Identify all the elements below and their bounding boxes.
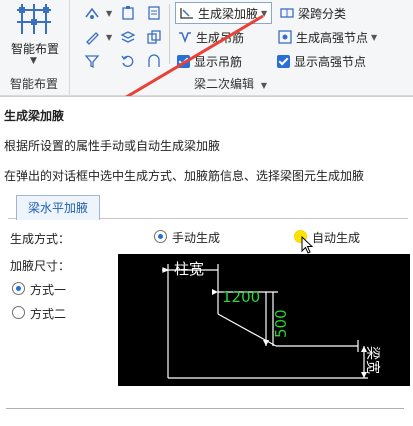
manual-generate-radio[interactable]	[154, 230, 167, 243]
mouse-cursor-icon	[301, 236, 314, 254]
divider	[6, 408, 404, 409]
tooltip-instruction: 在弹出的对话框中选中生成方式、加腋筋信息、选择梁图元生成加腋	[4, 169, 365, 183]
haunch-length-dim-text: 1200	[222, 288, 260, 306]
haunch-preview-diagram: 柱宽 1200 500 梁宽	[118, 254, 410, 386]
tab-beam-horizontal-haunch[interactable]: 梁水平加腋	[16, 195, 100, 220]
beam-width-text: 梁宽	[364, 346, 381, 374]
tooltip-panel: 生成梁加腋 根据所设置的属性手动或自动生成梁加腋 在弹出的对话框中选中生成方式、…	[0, 96, 413, 426]
manual-generate-label[interactable]: 手动生成	[172, 229, 220, 246]
option-two-radio[interactable]	[12, 306, 25, 319]
option-one-label[interactable]: 方式一	[30, 281, 66, 298]
haunch-size-label: 加腋尺寸：	[10, 259, 71, 273]
generation-mode-label: 生成方式：	[10, 232, 71, 246]
option-two-label[interactable]: 方式二	[30, 305, 66, 322]
column-width-text: 柱宽	[174, 260, 204, 278]
option-one-radio[interactable]	[12, 282, 25, 295]
haunch-dialog-preview: 梁水平加腋 生成方式： 手动生成 自动生成 加腋尺寸： 方式一 方式二 柱宽 1…	[4, 193, 410, 393]
auto-generate-label[interactable]: 自动生成	[312, 229, 360, 246]
haunch-width-dim-text: 500	[272, 309, 290, 338]
tooltip-title: 生成梁加腋	[4, 109, 65, 123]
tooltip-description: 根据所设置的属性手动或自动生成梁加腋	[4, 139, 221, 153]
tab-bar: 梁水平加腋	[8, 193, 408, 220]
